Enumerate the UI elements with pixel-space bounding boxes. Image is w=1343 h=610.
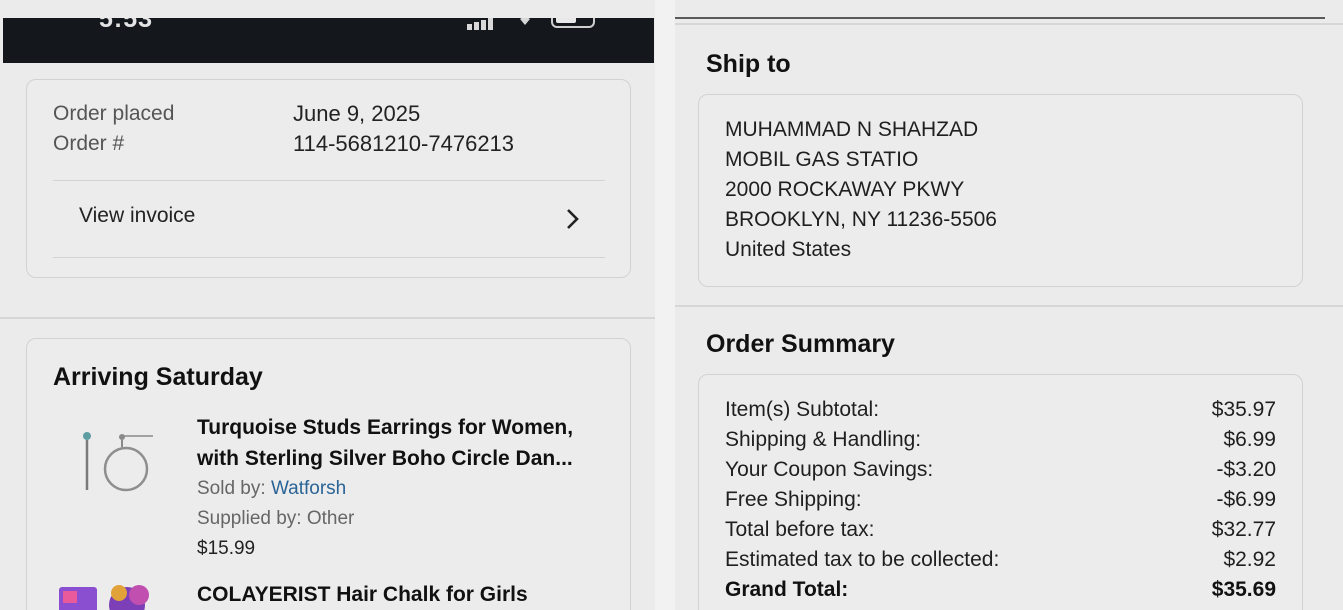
view-invoice-row[interactable]: View invoice bbox=[53, 181, 605, 257]
supplied-by: Supplied by: Other bbox=[197, 508, 355, 529]
divider bbox=[53, 257, 605, 258]
shipping-summary-panel: Ship to MUHAMMAD N SHAHZAD MOBIL GAS STA… bbox=[675, 0, 1343, 610]
section-separator bbox=[675, 305, 1343, 307]
address-line1: MOBIL GAS STATIO bbox=[725, 148, 919, 171]
order-summary-card: Item(s) Subtotal: $35.97 Shipping & Hand… bbox=[698, 374, 1303, 610]
address-country: United States bbox=[725, 238, 852, 261]
panel-gap bbox=[655, 0, 675, 610]
order-placed-date: June 9, 2025 bbox=[293, 101, 421, 126]
ship-to-card: MUHAMMAD N SHAHZAD MOBIL GAS STATIO 2000… bbox=[698, 94, 1303, 287]
status-bar: 5:53 bbox=[3, 18, 654, 63]
tax-value: $2.92 bbox=[1223, 548, 1276, 571]
top-rule bbox=[675, 17, 1325, 19]
status-time: 5:53 bbox=[99, 18, 154, 33]
seller-link[interactable]: Watforsh bbox=[271, 478, 346, 499]
address-line2: 2000 ROCKAWAY PKWY bbox=[725, 178, 965, 201]
order-info-card: Order placed June 9, 2025 Order # 114-56… bbox=[26, 79, 631, 278]
free-shipping-label: Free Shipping: bbox=[725, 488, 862, 511]
section-separator bbox=[675, 23, 1343, 25]
total-before-tax-label: Total before tax: bbox=[725, 518, 875, 541]
ship-to-title: Ship to bbox=[706, 50, 791, 78]
product-image-earrings[interactable] bbox=[77, 427, 157, 502]
order-summary-title: Order Summary bbox=[706, 330, 895, 358]
product-image-hair-chalk[interactable] bbox=[57, 583, 157, 610]
signal-icon bbox=[467, 18, 499, 30]
order-number-label: Order # bbox=[53, 132, 125, 155]
product-title-line1[interactable]: Turquoise Studs Earrings for Women, bbox=[197, 412, 573, 443]
shipping-value: $6.99 bbox=[1223, 428, 1276, 451]
sold-by: Sold by: Watforsh bbox=[197, 478, 346, 500]
shipment-title: Arriving Saturday bbox=[53, 363, 263, 391]
subtotal-value: $35.97 bbox=[1211, 398, 1276, 421]
address-city: BROOKLYN, NY 11236-5506 bbox=[725, 208, 997, 231]
wifi-icon bbox=[520, 18, 530, 25]
order-placed-label: Order placed bbox=[53, 102, 175, 125]
product-title-line2[interactable]: with Sterling Silver Boho Circle Dan... bbox=[197, 443, 573, 474]
grand-total-label: Grand Total: bbox=[725, 578, 849, 601]
section-separator bbox=[0, 317, 655, 319]
product-price: $15.99 bbox=[197, 538, 256, 559]
coupon-label: Your Coupon Savings: bbox=[725, 458, 934, 481]
shipment-card: Arriving Saturday Turquoise Studs Earrin… bbox=[26, 338, 631, 610]
shipping-label: Shipping & Handling: bbox=[725, 428, 922, 451]
address-name: MUHAMMAD N SHAHZAD bbox=[725, 118, 979, 141]
view-invoice-label: View invoice bbox=[79, 204, 196, 227]
order-details-panel: 5:53 Order placed June 9, 2025 Order # 1… bbox=[0, 0, 655, 610]
grand-total-value: $35.69 bbox=[1211, 578, 1276, 601]
chevron-right-icon bbox=[567, 209, 579, 229]
product-title-hair-chalk[interactable]: COLAYERIST Hair Chalk for Girls bbox=[197, 579, 528, 610]
subtotal-label: Item(s) Subtotal: bbox=[725, 398, 880, 421]
total-before-tax-value: $32.77 bbox=[1211, 518, 1276, 541]
order-number-value: 114-5681210-7476213 bbox=[293, 131, 515, 156]
sold-by-label: Sold by: bbox=[197, 478, 271, 499]
battery-icon bbox=[551, 18, 595, 28]
tax-label: Estimated tax to be collected: bbox=[725, 548, 1000, 571]
free-shipping-value: -$6.99 bbox=[1216, 488, 1276, 511]
list-item: Turquoise Studs Earrings for Women, with… bbox=[197, 412, 617, 562]
coupon-value: -$3.20 bbox=[1216, 458, 1276, 481]
